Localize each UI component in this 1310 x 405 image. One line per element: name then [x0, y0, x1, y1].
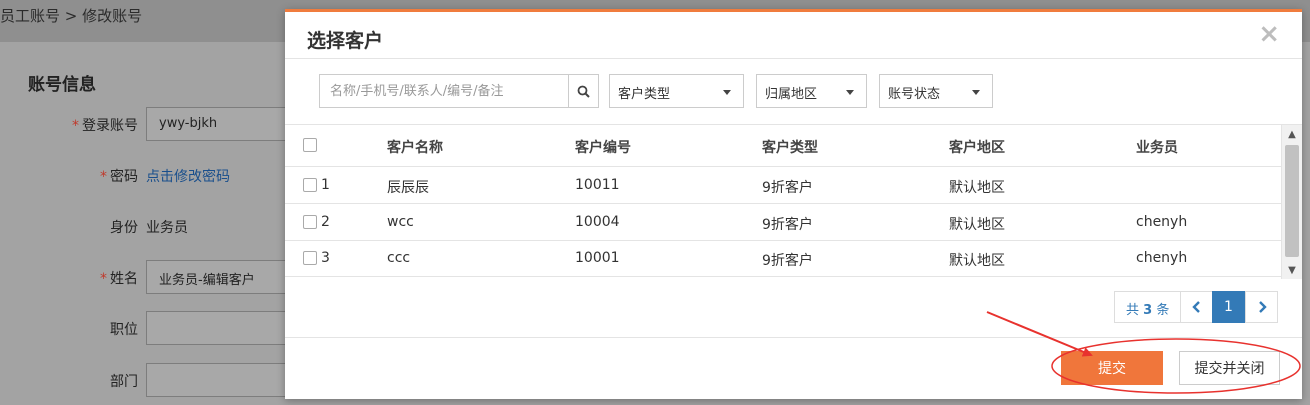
name-input[interactable]: 业务员-编辑客户: [146, 260, 296, 294]
row-checkbox[interactable]: [303, 178, 317, 192]
row-number: 1: [321, 177, 330, 193]
identity-value: 业务员: [146, 220, 188, 236]
header-divider: [285, 58, 1302, 59]
cell-salesperson: chenyh: [1136, 250, 1188, 266]
table-header: 客户名称 客户编号 客户类型 客户地区 业务员: [285, 125, 1281, 167]
pager-total-count: 3: [1143, 303, 1153, 318]
cell-region: 默认地区: [949, 217, 1005, 233]
row-number: 2: [321, 214, 330, 230]
cell-region: 默认地区: [949, 253, 1005, 269]
department-row: 部门: [0, 363, 296, 397]
login-account-row: * 登录账号 ywy-bjkh: [0, 107, 296, 141]
department-label: 部门: [110, 374, 138, 390]
chevron-down-icon: [846, 90, 854, 95]
search-icon: [577, 85, 590, 98]
identity-row: 身份 业务员: [0, 209, 290, 243]
page-button-1[interactable]: 1: [1212, 291, 1245, 323]
column-header-code: 客户编号: [575, 140, 631, 156]
column-header-name: 客户名称: [387, 140, 443, 156]
identity-label: 身份: [110, 220, 138, 236]
account-status-select[interactable]: 账号状态: [879, 74, 993, 108]
required-mark: *: [72, 118, 79, 134]
select-all-checkbox[interactable]: [303, 138, 317, 152]
required-mark: *: [100, 271, 107, 287]
table-scrollbar[interactable]: ▲ ▼: [1281, 125, 1302, 279]
customer-type-select-value: 客户类型: [618, 87, 671, 102]
cell-name: ccc: [387, 250, 411, 266]
prev-page-button[interactable]: [1180, 291, 1213, 323]
cell-type: 9折客户: [762, 180, 813, 196]
table-row[interactable]: 2 wcc 10004 9折客户 默认地区 chenyh: [285, 205, 1281, 241]
row-checkbox[interactable]: [303, 251, 317, 265]
row-number: 3: [321, 250, 330, 266]
account-status-select-value: 账号状态: [888, 87, 941, 102]
cell-type: 9折客户: [762, 217, 813, 233]
region-select-value: 归属地区: [765, 87, 818, 102]
section-title: 账号信息: [28, 75, 96, 95]
name-label: * 姓名: [100, 268, 138, 288]
name-label-text: 姓名: [110, 271, 138, 287]
submit-and-close-button[interactable]: 提交并关闭: [1179, 351, 1280, 385]
search-input[interactable]: [320, 75, 568, 107]
position-input[interactable]: [146, 311, 296, 345]
password-row: * 密码 点击修改密码: [0, 158, 290, 192]
chevron-down-icon: [723, 90, 731, 95]
position-label: 职位: [110, 322, 138, 338]
breadcrumb-text: 员工账号 > 修改账号: [0, 7, 143, 25]
next-page-button[interactable]: [1245, 291, 1278, 323]
cell-name: 辰辰辰: [387, 180, 429, 196]
modal-title: 选择客户: [307, 30, 384, 52]
chevron-right-icon: [1258, 301, 1267, 313]
footer-divider: [285, 337, 1302, 338]
table-row[interactable]: 1 辰辰辰 10011 9折客户 默认地区: [285, 168, 1281, 204]
scrollbar-thumb[interactable]: [1285, 145, 1299, 257]
login-account-label-text: 登录账号: [82, 118, 138, 134]
scroll-down-icon[interactable]: ▼: [1282, 261, 1302, 279]
region-select[interactable]: 归属地区: [756, 74, 867, 108]
name-row: * 姓名 业务员-编辑客户: [0, 260, 296, 294]
submit-button[interactable]: 提交: [1061, 351, 1163, 385]
position-row: 职位: [0, 311, 296, 345]
pager-total: 共 3 条: [1114, 291, 1181, 323]
cell-name: wcc: [387, 214, 414, 230]
cell-region: 默认地区: [949, 180, 1005, 196]
chevron-down-icon: [972, 90, 980, 95]
scroll-up-icon[interactable]: ▲: [1282, 125, 1302, 143]
customer-table: 客户名称 客户编号 客户类型 客户地区 业务员 1 辰辰辰 10011 9折客户…: [285, 124, 1302, 279]
pager-total-prefix: 共: [1126, 303, 1140, 318]
required-mark: *: [100, 169, 107, 185]
close-icon[interactable]: ×: [1258, 20, 1280, 48]
cell-type: 9折客户: [762, 253, 813, 269]
cell-salesperson: chenyh: [1136, 214, 1188, 230]
table-row[interactable]: 3 ccc 10001 9折客户 默认地区 chenyh: [285, 241, 1281, 277]
pager-total-suffix: 条: [1156, 303, 1170, 318]
cell-code: 10011: [575, 177, 620, 193]
customer-type-select[interactable]: 客户类型: [609, 74, 744, 108]
column-header-region: 客户地区: [949, 140, 1005, 156]
search-box: [319, 74, 599, 108]
password-label: * 密码: [100, 166, 138, 186]
password-label-text: 密码: [110, 169, 138, 185]
change-password-link[interactable]: 点击修改密码: [146, 166, 230, 186]
column-header-salesperson: 业务员: [1136, 140, 1178, 156]
department-input[interactable]: [146, 363, 296, 397]
login-account-input[interactable]: ywy-bjkh: [146, 107, 296, 141]
chevron-left-icon: [1191, 301, 1200, 313]
cell-code: 10004: [575, 214, 620, 230]
row-checkbox[interactable]: [303, 215, 317, 229]
cell-code: 10001: [575, 250, 620, 266]
select-customer-modal: 选择客户 × 客户类型 归属地区 账号状态 客户名称: [285, 9, 1302, 399]
login-account-label: * 登录账号: [72, 115, 138, 135]
search-button[interactable]: [568, 75, 598, 107]
column-header-type: 客户类型: [762, 140, 818, 156]
